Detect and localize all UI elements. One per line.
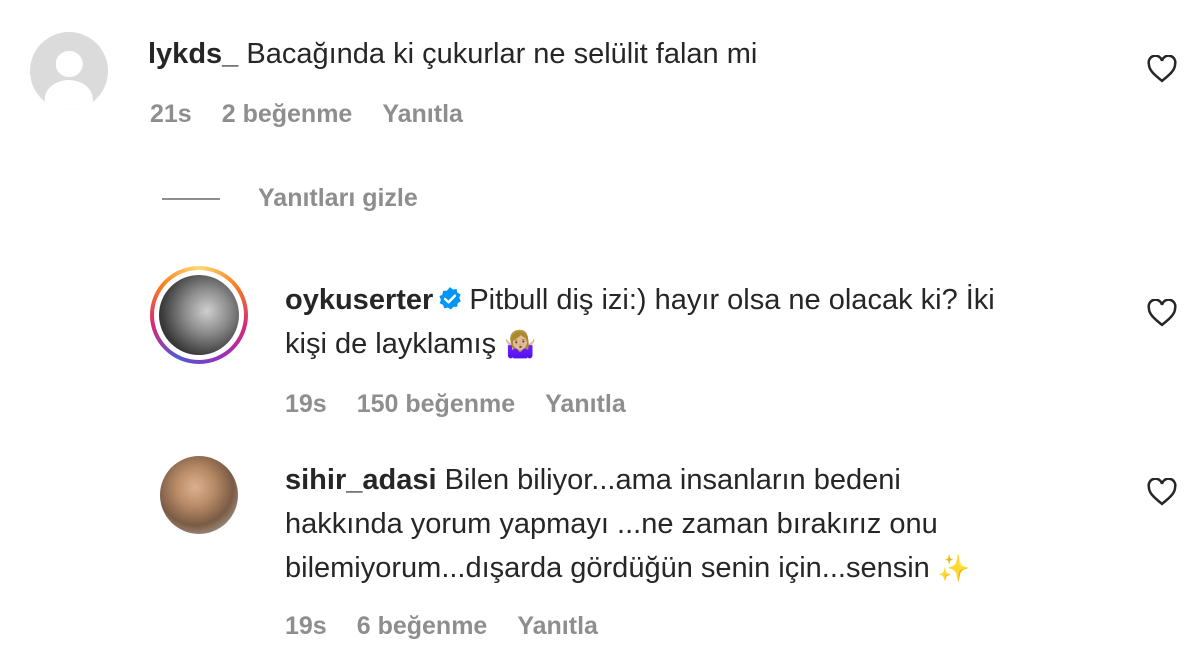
comment-text: oykuserter Pitbull diş izi:) hayır olsa … [285, 278, 1145, 366]
avatar [159, 275, 239, 355]
comment-meta: 21s 2 beğenme Yanıtla [150, 100, 463, 129]
shrug-emoji: 🤷🏼‍♀️ [504, 329, 537, 359]
comment-text: sihir_adasi Bilen biliyor...ama insanlar… [285, 458, 1145, 590]
reply-button[interactable]: Yanıtla [517, 612, 598, 641]
reply-button[interactable]: Yanıtla [382, 100, 463, 129]
photo-avatar[interactable] [160, 456, 238, 534]
heart-icon[interactable] [1147, 55, 1177, 83]
default-avatar-icon [55, 50, 83, 78]
comment-text: lykds_ Bacağında ki çukurlar ne selülit … [148, 32, 757, 76]
comment-meta: 19s 150 beğenme Yanıtla [285, 390, 626, 419]
timestamp[interactable]: 19s [285, 612, 327, 641]
sparkles-emoji: ✨ [937, 553, 971, 583]
heart-icon[interactable] [1147, 478, 1177, 506]
hide-replies-label: Yanıtları gizle [258, 184, 418, 212]
comment-body-line1: Pitbull diş izi:) hayır olsa ne olacak k… [469, 284, 995, 316]
reply-button[interactable]: Yanıtla [545, 390, 626, 419]
avatar[interactable] [30, 32, 108, 110]
comment-body-line2: kişi de layklamış [285, 328, 497, 360]
likes-count[interactable]: 2 beğenme [222, 100, 353, 129]
timestamp[interactable]: 19s [285, 390, 327, 419]
username[interactable]: lykds_ [148, 38, 238, 70]
verified-badge-icon [439, 287, 462, 310]
comment-body-line2: hakkında yorum yapmayı ...ne zaman bırak… [285, 508, 938, 540]
divider [162, 197, 220, 200]
heart-icon[interactable] [1147, 299, 1177, 327]
timestamp[interactable]: 21s [150, 100, 192, 129]
comment-body: Bacağında ki çukurlar ne selülit falan m… [246, 38, 758, 70]
likes-count[interactable]: 6 beğenme [357, 612, 488, 641]
comment-meta: 19s 6 beğenme Yanıtla [285, 612, 598, 641]
likes-count[interactable]: 150 beğenme [357, 390, 515, 419]
username[interactable]: sihir_adasi [285, 464, 437, 496]
story-ring-avatar[interactable] [150, 266, 248, 364]
hide-replies-button[interactable]: Yanıtları gizle [162, 184, 418, 213]
username[interactable]: oykuserter [285, 284, 433, 316]
comment-body-line3: bilemiyorum...dışarda gördüğün senin içi… [285, 552, 930, 584]
comment-body-line1: Bilen biliyor...ama insanların bedeni [444, 464, 901, 496]
